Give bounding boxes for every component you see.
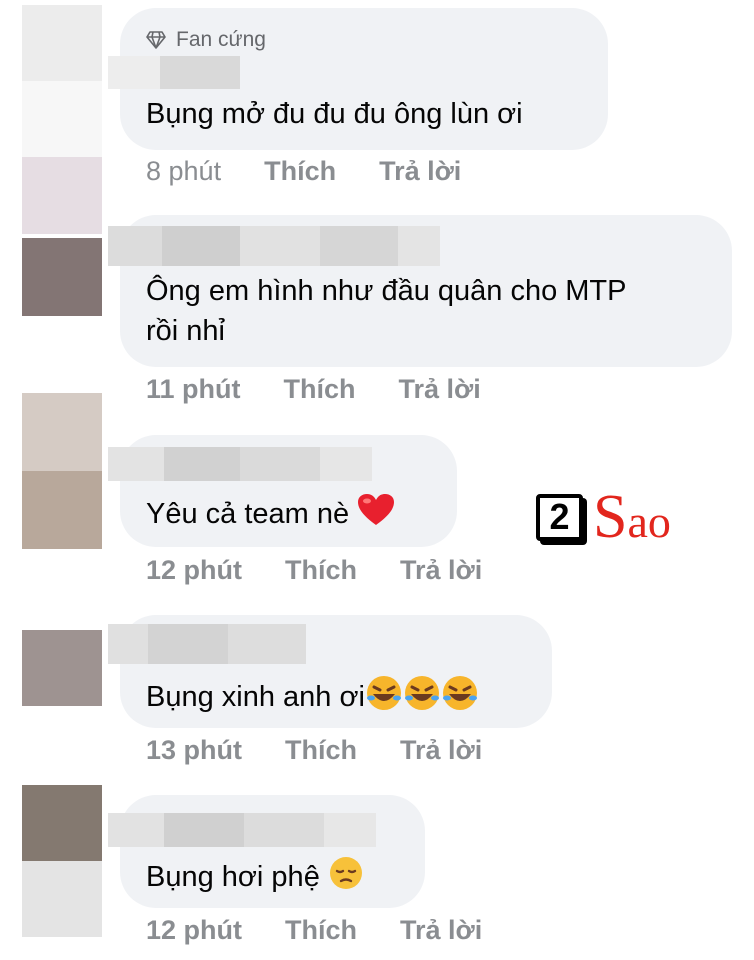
avatar[interactable]: [22, 5, 102, 234]
fan-badge-label: Fan cứng: [176, 28, 266, 51]
pensive-emoji-icon: [328, 855, 364, 902]
comment-text: Ông em hình như đầu quân cho MTP: [146, 275, 627, 307]
comment-meta: 12 phút Thích Trả lời: [146, 915, 482, 946]
comment-time: 13 phút: [146, 735, 243, 765]
like-button[interactable]: Thích: [285, 735, 357, 766]
comment-text-line2: rồi nhỉ: [146, 315, 225, 347]
comment-time: 11 phút: [146, 374, 241, 404]
reply-button[interactable]: Trả lời: [400, 915, 482, 946]
laughing-emoji-icon: [403, 674, 441, 723]
like-button[interactable]: Thích: [285, 915, 357, 946]
avatar[interactable]: [22, 785, 102, 937]
like-button[interactable]: Thích: [284, 374, 356, 405]
comment-text: Yêu cả team nè: [146, 493, 395, 538]
reply-button[interactable]: Trả lời: [400, 555, 482, 586]
commenter-name[interactable]: [108, 813, 376, 847]
laughing-emoji-icon: [365, 674, 403, 723]
comment-meta: 13 phút Thích Trả lời: [146, 735, 482, 766]
commenter-name[interactable]: [108, 56, 240, 89]
logo-text: Sao: [593, 483, 671, 551]
commenter-name[interactable]: [108, 624, 306, 664]
diamond-icon: [146, 31, 166, 49]
commenter-name[interactable]: [108, 226, 440, 266]
heart-emoji-icon: [357, 493, 395, 538]
comment-text: Bụng hơi phệ: [146, 855, 364, 902]
comment-text-body: Bụng hơi phệ: [146, 861, 320, 894]
avatar[interactable]: [22, 630, 102, 706]
comment-meta: 12 phút Thích Trả lời: [146, 555, 482, 586]
comment-meta: 11 phút Thích Trả lời: [146, 374, 481, 405]
comment-time: 8 phút: [146, 156, 222, 186]
like-button[interactable]: Thích: [285, 555, 357, 586]
commenter-name[interactable]: [108, 447, 372, 481]
avatar[interactable]: [22, 238, 102, 316]
reply-button[interactable]: Trả lời: [400, 735, 482, 766]
comment-text: Bụng mở đu đu đu ông lùn ơi: [146, 98, 523, 130]
like-button[interactable]: Thích: [264, 156, 336, 187]
comment-time: 12 phút: [146, 555, 243, 585]
comment-text-body: Bụng xinh anh ơi: [146, 681, 365, 714]
comment-time: 12 phút: [146, 915, 243, 945]
fan-badge: Fan cứng: [146, 28, 266, 52]
laughing-emoji-icon: [441, 674, 479, 723]
comment-text-body: Yêu cả team nè: [146, 498, 350, 531]
comment-text: Bụng xinh anh ơi: [146, 674, 479, 723]
avatar[interactable]: [22, 393, 102, 549]
logo-box: 2: [536, 493, 583, 541]
reply-button[interactable]: Trả lời: [379, 156, 461, 187]
reply-button[interactable]: Trả lời: [399, 374, 481, 405]
2sao-logo: 2 Sao: [536, 486, 671, 548]
comment-meta: 8 phút Thích Trả lời: [146, 156, 461, 187]
